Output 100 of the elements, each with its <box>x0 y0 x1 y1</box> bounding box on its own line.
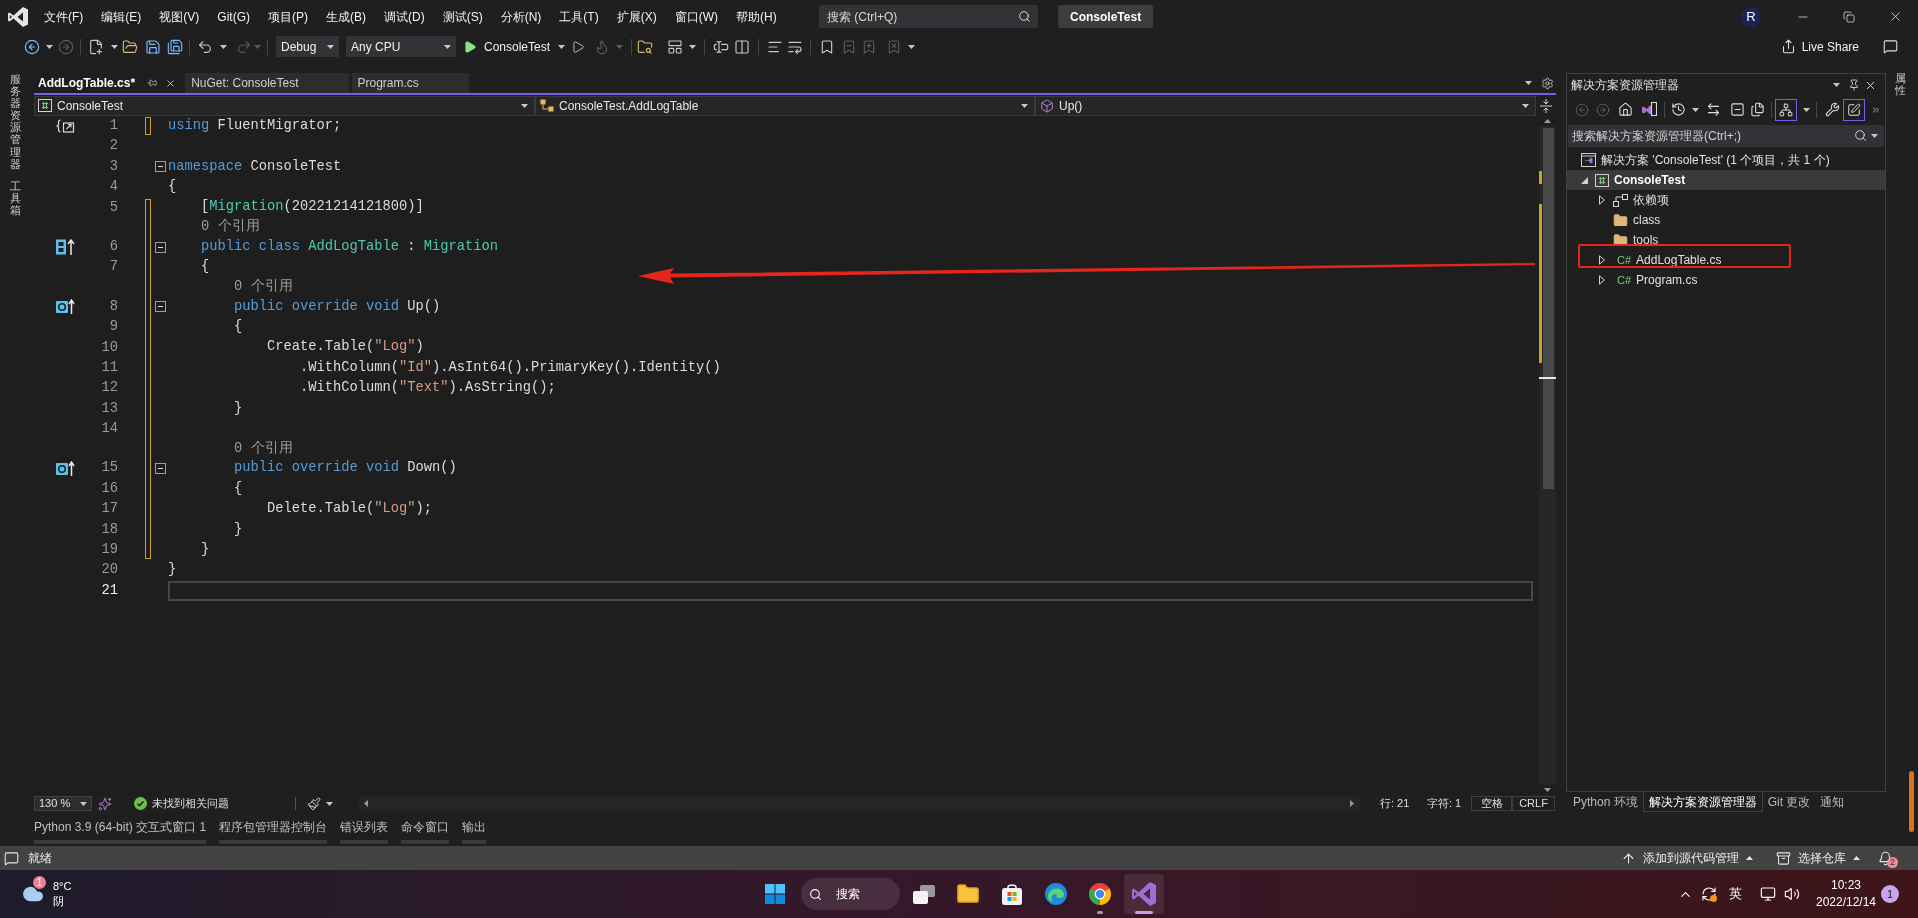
wrench-icon[interactable] <box>1825 102 1840 117</box>
references-link[interactable]: 0 个引用 <box>234 276 293 298</box>
tree-item[interactable]: tools <box>1567 230 1885 250</box>
caret-down-icon[interactable] <box>326 801 333 806</box>
source-control-button[interactable]: 添加到源代码管理 <box>1621 849 1753 867</box>
dock-tab[interactable]: 服务器资源管理器 <box>9 73 21 170</box>
double-chevron-icon[interactable] <box>1871 104 1881 115</box>
configuration-dropdown[interactable]: Debug <box>276 36 339 57</box>
menu-item[interactable]: 生成(B) <box>317 4 375 29</box>
menu-item[interactable]: 编辑(E) <box>92 4 151 29</box>
view-toggle-button[interactable] <box>1775 98 1797 121</box>
swap-arrows-icon[interactable] <box>1706 102 1721 117</box>
clock-time[interactable]: 10:23 <box>1831 877 1861 894</box>
issues-status[interactable]: 未找到相关问题 <box>152 795 229 812</box>
caret-down-icon[interactable] <box>1525 81 1532 85</box>
down-triangle-icon[interactable] <box>1580 176 1588 184</box>
minus-box-icon[interactable] <box>154 463 166 475</box>
square-arrow-up-icon[interactable] <box>56 461 75 477</box>
line-indicator[interactable]: 行: 21 <box>1380 795 1427 812</box>
dock-tab[interactable]: 属性 <box>1895 72 1906 97</box>
four-squares-icon[interactable] <box>765 884 785 904</box>
splitter-icon[interactable] <box>1540 98 1552 113</box>
right-triangle-icon[interactable] <box>1599 255 1605 265</box>
preview-toggle-button[interactable] <box>1843 98 1865 121</box>
zoom-dropdown[interactable]: 130 % <box>34 796 92 811</box>
caret-down-icon[interactable] <box>1543 788 1551 792</box>
right-triangle-icon[interactable] <box>1599 275 1605 285</box>
square-arrow-up-icon[interactable] <box>56 239 75 256</box>
menu-item[interactable]: Git(G) <box>208 4 259 29</box>
member-dropdown[interactable]: Up() <box>1035 95 1536 116</box>
panel-tab[interactable]: 解决方案资源管理器 <box>1642 792 1763 812</box>
taskbar-search-button[interactable]: 搜索 <box>801 878 900 910</box>
caret-down-icon[interactable] <box>220 44 227 49</box>
caret-down-icon[interactable] <box>1692 107 1699 112</box>
horizontal-scrollbar[interactable] <box>359 796 1359 811</box>
platform-dropdown[interactable]: Any CPU <box>346 36 456 57</box>
minus-box-icon[interactable] <box>154 241 166 253</box>
back-icon[interactable] <box>24 38 40 55</box>
line-ending-indicator[interactable]: CRLF <box>1512 796 1555 811</box>
folder-open-icon[interactable] <box>122 38 138 55</box>
notification-badge[interactable]: 1 <box>1881 885 1899 903</box>
menu-item[interactable]: 视图(V) <box>150 4 209 29</box>
dock-tab[interactable]: 工具箱 <box>9 179 21 217</box>
right-triangle-icon[interactable] <box>1599 195 1605 205</box>
document-tab[interactable]: Program.cs <box>351 73 469 93</box>
speaker-icon[interactable] <box>1784 886 1800 902</box>
folder-search-icon[interactable] <box>637 38 654 55</box>
account-avatar[interactable]: R <box>1741 6 1761 27</box>
history-icon[interactable] <box>1671 102 1686 117</box>
clock-date[interactable]: 2022/12/14 <box>1815 894 1877 911</box>
caret-down-icon[interactable] <box>1871 134 1878 138</box>
menu-item[interactable]: 工具(T) <box>550 4 608 29</box>
save-all-icon[interactable] <box>167 38 183 55</box>
menu-item[interactable]: 项目(P) <box>259 4 317 29</box>
panel-tab[interactable]: 通知 <box>1815 792 1850 812</box>
document-tab[interactable]: NuGet: ConsoleTest <box>185 73 349 93</box>
panel-tab[interactable]: Python 环境 <box>1568 792 1643 812</box>
menu-item[interactable]: 测试(S) <box>433 4 492 29</box>
panel-tab[interactable]: Git 更改 <box>1762 792 1816 812</box>
paintbrush-icon[interactable] <box>307 796 321 811</box>
tree-item[interactable]: C# Program.cs <box>1567 270 1885 290</box>
undo-icon[interactable] <box>197 38 213 55</box>
save-icon[interactable] <box>145 38 161 55</box>
files-icon[interactable] <box>1750 102 1765 117</box>
caret-down-icon[interactable] <box>46 44 53 49</box>
caret-left-icon[interactable] <box>364 800 368 807</box>
search-field[interactable]: 搜索 (Ctrl+Q) <box>819 5 1038 28</box>
caret-down-icon[interactable] <box>1833 83 1840 87</box>
input-method-indicator[interactable]: 英 <box>1729 884 1742 904</box>
tree-item[interactable]: 解决方案 'ConsoleTest' (1 个项目，共 1 个) <box>1567 150 1885 170</box>
speech-bubble-icon[interactable] <box>1883 39 1898 54</box>
menu-item[interactable]: 调试(D) <box>375 4 434 29</box>
ribbon-page-icon[interactable] <box>1641 102 1657 117</box>
bell-icon[interactable] <box>1878 850 1893 866</box>
tree-item[interactable]: class <box>1567 210 1885 230</box>
tree-item[interactable]: ConsoleTest <box>1567 170 1885 190</box>
tree-item[interactable]: 依赖项 <box>1567 190 1885 210</box>
weather-condition-text[interactable]: 阴 <box>53 894 72 909</box>
repository-button[interactable]: 选择仓库 <box>1776 849 1860 867</box>
column-indicator[interactable]: 字符: 1 <box>1427 795 1471 812</box>
home-icon[interactable] <box>1618 102 1633 117</box>
caret-up-icon[interactable] <box>1543 119 1551 123</box>
menu-item[interactable]: 窗口(W) <box>665 4 727 29</box>
layout-icon[interactable] <box>667 38 684 55</box>
menu-item[interactable]: 扩展(X) <box>607 4 666 29</box>
menu-item[interactable]: 分析(N) <box>491 4 551 29</box>
caret-down-icon[interactable] <box>908 44 916 49</box>
settings-icon[interactable] <box>1541 76 1554 90</box>
references-link[interactable]: 0 个引用 <box>234 438 293 460</box>
start-button[interactable]: ConsoleTest <box>463 36 566 57</box>
taskbar-button[interactable] <box>1124 874 1164 914</box>
restore-icon[interactable] <box>1843 10 1855 23</box>
play-outline-icon[interactable] <box>571 39 586 54</box>
live-share-button[interactable]: Live Share <box>1780 36 1859 57</box>
caret-down-icon[interactable] <box>111 44 118 49</box>
sync-icon[interactable] <box>1701 886 1717 902</box>
minus-box-icon[interactable] <box>154 301 166 313</box>
search-icon[interactable] <box>1854 129 1867 142</box>
search-icon[interactable] <box>1018 10 1031 23</box>
columns-icon[interactable] <box>734 38 751 55</box>
